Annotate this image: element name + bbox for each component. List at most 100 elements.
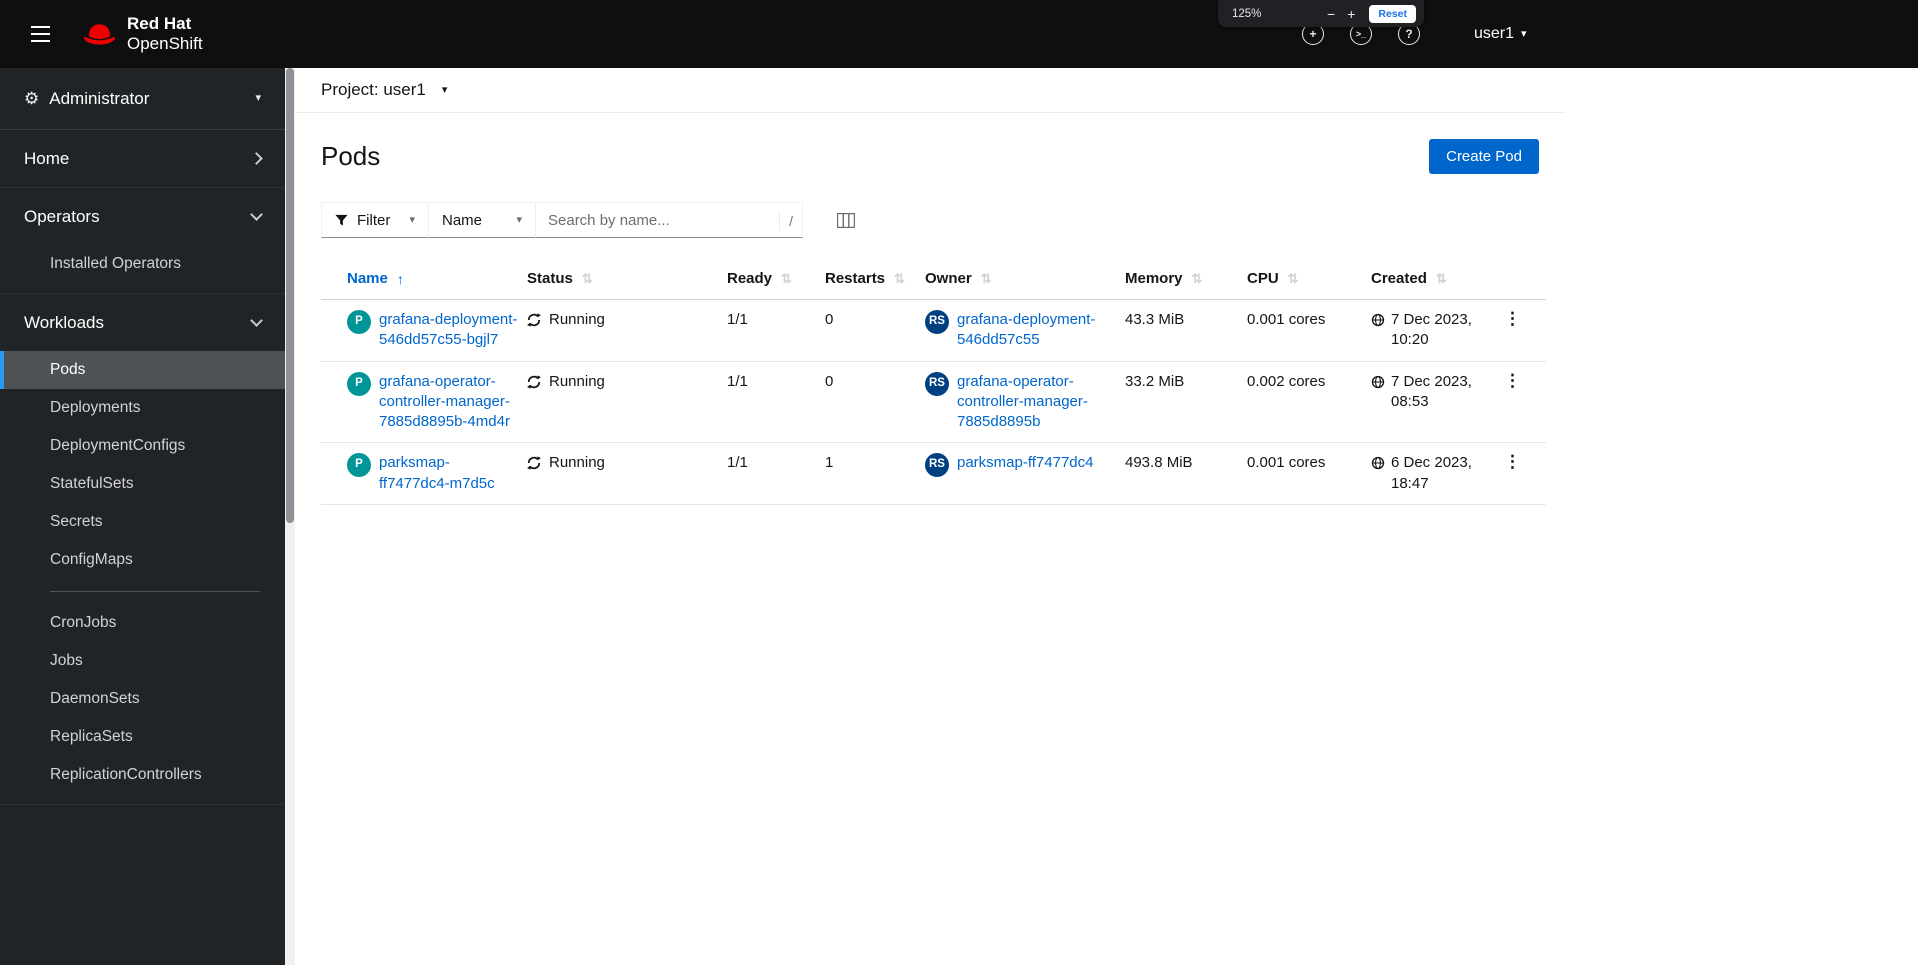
nav-toggle-button[interactable] bbox=[25, 20, 56, 49]
filter-label: Filter bbox=[357, 211, 391, 229]
created-text: 6 Dec 2023, 18:47 bbox=[1391, 454, 1472, 492]
sidebar-item-replicationcontrollers[interactable]: ReplicationControllers bbox=[0, 756, 285, 794]
sort-icon: ⇅ bbox=[781, 270, 792, 286]
globe-icon bbox=[1371, 313, 1385, 327]
page-header: Pods Create Pod bbox=[295, 113, 1565, 174]
column-label: CPU bbox=[1247, 270, 1279, 287]
keyboard-shortcut-hint: / bbox=[779, 211, 793, 231]
create-pod-button[interactable]: Create Pod bbox=[1429, 139, 1539, 174]
scrollbar-thumb[interactable] bbox=[286, 68, 294, 523]
sidebar-item-jobs[interactable]: Jobs bbox=[0, 642, 285, 680]
attribute-dropdown[interactable]: Name ▾ bbox=[428, 202, 536, 238]
filter-dropdown[interactable]: Filter ▾ bbox=[321, 202, 429, 238]
column-label: Created bbox=[1371, 270, 1427, 287]
chevron-down-icon bbox=[250, 314, 263, 327]
columns-icon bbox=[837, 212, 855, 228]
table-header-row: Name ↑ Status ⇅ Ready ⇅ Restarts ⇅ Owner ⇅ Me… bbox=[321, 258, 1546, 300]
restarts-cell: 0 bbox=[825, 299, 925, 362]
zoom-in-button[interactable]: + bbox=[1341, 5, 1361, 23]
toolbar: Filter ▾ Name ▾ / bbox=[295, 202, 1565, 238]
cpu-cell: 0.001 cores bbox=[1247, 299, 1371, 362]
pod-link[interactable]: parksmap-ff7477dc4-m7d5c bbox=[379, 453, 519, 494]
nav-group-workloads: Workloads Pods Deployments DeploymentCon… bbox=[0, 294, 285, 805]
pod-badge: P bbox=[347, 371, 371, 396]
sidebar-scrollbar[interactable] bbox=[285, 68, 295, 965]
nav-divider bbox=[50, 591, 260, 592]
created-text: 7 Dec 2023, 08:53 bbox=[1391, 372, 1472, 410]
nav-group-home: Home bbox=[0, 130, 285, 188]
kebab-menu-button[interactable]: ⋮ bbox=[1496, 453, 1529, 470]
project-selector[interactable]: Project: user1 ▾ bbox=[321, 80, 447, 100]
sidebar-nav: ⚙ Administrator ▾ Home Operators Install… bbox=[0, 68, 285, 965]
column-header-name[interactable]: Name ↑ bbox=[347, 270, 511, 287]
sidebar-item-secrets[interactable]: Secrets bbox=[0, 503, 285, 541]
kebab-menu-button[interactable]: ⋮ bbox=[1496, 310, 1529, 327]
column-header-memory[interactable]: Memory ⇅ bbox=[1125, 270, 1231, 287]
page-title: Pods bbox=[321, 141, 381, 171]
perspective-switcher[interactable]: ⚙ Administrator ▾ bbox=[0, 68, 285, 130]
column-label: Ready bbox=[727, 270, 773, 287]
owner-cell: RS parksmap-ff7477dc4 bbox=[925, 442, 1125, 505]
pod-link[interactable]: grafana-deployment-546dd57c55-bgjl7 bbox=[379, 310, 519, 351]
brand-logo: Red Hat OpenShift bbox=[82, 14, 203, 54]
sort-icon: ⇅ bbox=[894, 270, 905, 286]
sidebar-item-home[interactable]: Home bbox=[0, 130, 285, 187]
zoom-out-button[interactable]: − bbox=[1321, 5, 1341, 23]
sort-icon: ⇅ bbox=[1287, 270, 1299, 286]
ready-cell: 1/1 bbox=[727, 299, 825, 362]
search-input[interactable] bbox=[536, 203, 802, 237]
created-cell: 7 Dec 2023, 08:53 bbox=[1371, 361, 1495, 444]
sidebar-item-pods[interactable]: Pods bbox=[0, 351, 285, 389]
owner-link[interactable]: parksmap-ff7477dc4 bbox=[957, 453, 1093, 473]
sidebar-item-deployments[interactable]: Deployments bbox=[0, 389, 285, 427]
column-header-owner[interactable]: Owner ⇅ bbox=[925, 270, 1109, 287]
globe-icon bbox=[1371, 456, 1385, 470]
sort-ascending-icon: ↑ bbox=[396, 270, 404, 287]
sidebar-item-installed-operators[interactable]: Installed Operators bbox=[0, 245, 285, 283]
project-bar: Project: user1 ▾ bbox=[295, 68, 1565, 113]
kebab-menu-button[interactable]: ⋮ bbox=[1496, 372, 1529, 389]
user-menu[interactable]: user1 ▾ bbox=[1474, 0, 1527, 68]
sidebar-item-cronjobs[interactable]: CronJobs bbox=[0, 604, 285, 642]
zoom-popup: 125% − + Reset bbox=[1218, 0, 1424, 27]
owner-link[interactable]: grafana-deployment-546dd57c55 bbox=[957, 310, 1109, 351]
column-header-restarts[interactable]: Restarts ⇅ bbox=[825, 270, 909, 287]
restarts-cell: 1 bbox=[825, 442, 925, 505]
column-header-created[interactable]: Created ⇅ bbox=[1371, 270, 1479, 287]
sidebar-item-label: Home bbox=[24, 148, 70, 168]
sort-icon: ⇅ bbox=[581, 270, 593, 286]
created-text: 7 Dec 2023, 10:20 bbox=[1391, 311, 1472, 349]
pod-link[interactable]: grafana-operator-controller-manager-7885… bbox=[379, 372, 519, 433]
attribute-label: Name bbox=[442, 211, 483, 229]
sync-icon bbox=[527, 313, 541, 327]
sidebar-item-operators[interactable]: Operators bbox=[0, 188, 285, 245]
status-cell: Running bbox=[527, 299, 727, 362]
sort-icon: ⇅ bbox=[980, 270, 992, 286]
caret-down-icon: ▾ bbox=[255, 92, 261, 104]
column-header-ready[interactable]: Ready ⇅ bbox=[727, 270, 809, 287]
owner-cell: RS grafana-operator-controller-manager-7… bbox=[925, 361, 1125, 444]
sidebar-item-configmaps[interactable]: ConfigMaps bbox=[0, 541, 285, 579]
search-box: / bbox=[535, 202, 803, 238]
red-hat-fedora-icon bbox=[83, 23, 116, 45]
status-text: Running bbox=[549, 372, 605, 390]
zoom-reset-button[interactable]: Reset bbox=[1369, 4, 1416, 23]
column-label: Memory bbox=[1125, 270, 1183, 287]
status-text: Running bbox=[549, 311, 605, 328]
column-header-status[interactable]: Status ⇅ bbox=[527, 270, 711, 287]
table-row: P parksmap-ff7477dc4-m7d5c Running 1/1 1… bbox=[321, 442, 1546, 505]
masthead: Red Hat OpenShift + >_ ? user1 ▾ 125% − … bbox=[0, 0, 1918, 68]
caret-down-icon: ▾ bbox=[441, 83, 448, 96]
icon-glyph: ? bbox=[1405, 27, 1413, 41]
pods-table: Name ↑ Status ⇅ Ready ⇅ Restarts ⇅ Owner ⇅ Me… bbox=[321, 258, 1546, 505]
sidebar-item-replicasets[interactable]: ReplicaSets bbox=[0, 718, 285, 756]
sidebar-item-workloads[interactable]: Workloads bbox=[0, 294, 285, 351]
owner-link[interactable]: grafana-operator-controller-manager-7885… bbox=[957, 372, 1109, 433]
sidebar-item-deploymentconfigs[interactable]: DeploymentConfigs bbox=[0, 427, 285, 465]
globe-icon bbox=[1371, 375, 1385, 389]
sidebar-item-statefulsets[interactable]: StatefulSets bbox=[0, 465, 285, 503]
sidebar-item-daemonsets[interactable]: DaemonSets bbox=[0, 680, 285, 718]
manage-columns-button[interactable] bbox=[833, 209, 859, 232]
chevron-down-icon bbox=[250, 208, 263, 221]
column-header-cpu[interactable]: CPU ⇅ bbox=[1247, 270, 1355, 287]
